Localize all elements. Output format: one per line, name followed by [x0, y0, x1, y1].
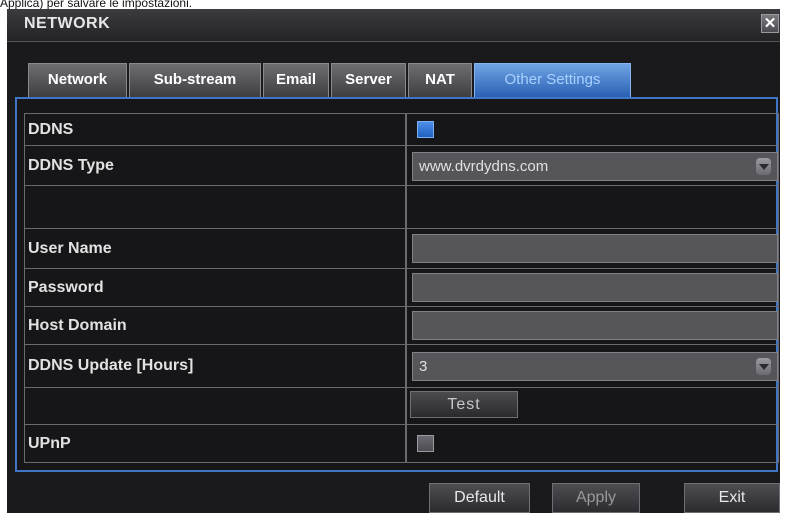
user-name-input[interactable] [412, 234, 778, 263]
dropdown-arrow-icon[interactable] [756, 358, 771, 375]
default-button[interactable]: Default [429, 483, 530, 513]
row-ddns-type: DDNS Type www.dvrdydns.com [25, 146, 778, 186]
window-title: NETWORK [24, 15, 111, 32]
row-user-name: User Name [25, 229, 778, 269]
upnp-checkbox[interactable] [417, 435, 434, 452]
tab-sub-stream[interactable]: Sub-stream [129, 63, 261, 97]
network-dialog: NETWORK ✕ Network Sub-stream Email Serve… [7, 9, 780, 513]
ddns-label: DDNS [25, 114, 407, 145]
title-bar: NETWORK ✕ [7, 9, 780, 42]
ddns-update-label: DDNS Update [Hours] [25, 345, 407, 387]
test-row-label [25, 388, 407, 424]
ddns-update-select[interactable]: 3 [412, 352, 778, 381]
row-ddns-update: DDNS Update [Hours] 3 [25, 345, 778, 388]
user-name-label: User Name [25, 229, 407, 268]
row-password: Password [25, 269, 778, 307]
row-upnp: UPnP [25, 425, 778, 462]
ddns-type-label: DDNS Type [25, 146, 407, 185]
password-input[interactable] [412, 273, 778, 302]
tab-email[interactable]: Email [263, 63, 329, 97]
tab-network[interactable]: Network [28, 63, 127, 97]
tab-server[interactable]: Server [331, 63, 406, 97]
close-icon[interactable]: ✕ [761, 14, 779, 33]
row-empty [25, 186, 778, 229]
document-caption: Applica) per salvare le impostazioni. [0, 0, 193, 10]
exit-button[interactable]: Exit [684, 483, 780, 513]
ddns-type-select[interactable]: www.dvrdydns.com [412, 152, 778, 181]
row-test: Test [25, 388, 778, 425]
host-domain-label: Host Domain [25, 307, 407, 344]
ddns-type-value: www.dvrdydns.com [419, 158, 549, 175]
tab-other-settings[interactable]: Other Settings [474, 63, 631, 97]
tab-nat[interactable]: NAT [408, 63, 472, 97]
ddns-update-value: 3 [419, 358, 428, 375]
settings-grid: DDNS DDNS Type www.dvrdydns.com User Nam… [24, 113, 779, 463]
row-ddns: DDNS [25, 114, 778, 146]
upnp-label: UPnP [25, 425, 407, 462]
apply-button[interactable]: Apply [552, 483, 640, 513]
test-button[interactable]: Test [410, 391, 518, 418]
dropdown-arrow-icon[interactable] [756, 158, 771, 175]
host-domain-input[interactable] [412, 311, 778, 340]
ddns-checkbox[interactable] [417, 121, 434, 138]
row-host-domain: Host Domain [25, 307, 778, 345]
password-label: Password [25, 269, 407, 306]
empty-label [25, 186, 407, 228]
